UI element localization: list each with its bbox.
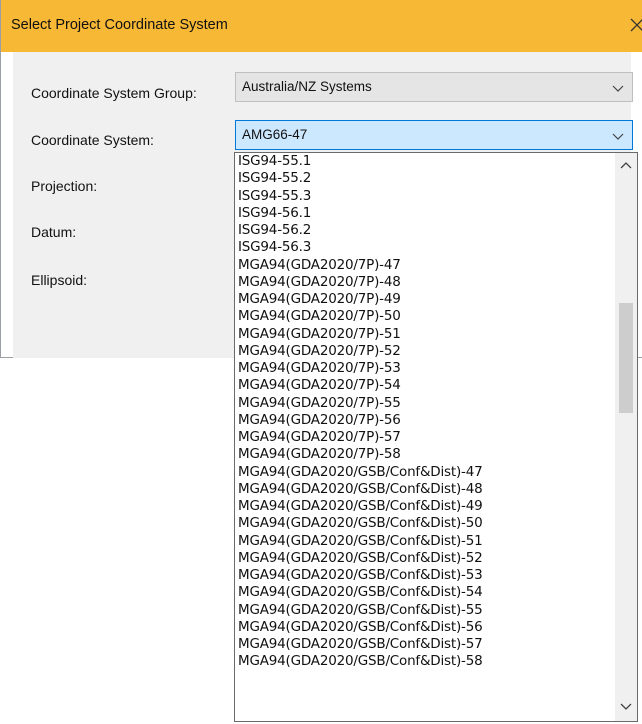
list-item[interactable]: ISG94-55.1 — [238, 153, 608, 170]
coordinate-system-dropdown-list[interactable]: ISG94-55.1 ISG94-55.2 ISG94-55.3 ISG94-56.1… — [234, 152, 638, 722]
list-item[interactable]: ISG94-55.3 — [238, 188, 608, 205]
coordinate-system-group-select[interactable]: Australia/NZ Systems — [235, 72, 633, 102]
list-item[interactable]: MGA94(GDA2020/7P)-54 — [238, 377, 608, 394]
list-item[interactable]: MGA94(GDA2020/7P)-57 — [238, 429, 608, 446]
list-item[interactable]: MGA94(GDA2020/7P)-50 — [238, 308, 608, 325]
coordinate-system-label: Coordinate System: — [31, 132, 154, 148]
list-item[interactable]: MGA94(GDA2020/GSB/Conf&Dist)-50 — [238, 515, 608, 532]
list-item[interactable]: ISG94-56.2 — [238, 222, 608, 239]
list-item[interactable]: MGA94(GDA2020/7P)-55 — [238, 395, 608, 412]
list-item[interactable]: MGA94(GDA2020/GSB/Conf&Dist)-49 — [238, 498, 608, 515]
projection-label: Projection: — [31, 178, 98, 194]
window-title: Select Project Coordinate System — [11, 17, 228, 33]
coordinate-system-group-value: Australia/NZ Systems — [242, 79, 372, 94]
title-bar[interactable]: Select Project Coordinate System — [1, 0, 642, 52]
list-item[interactable]: MGA94(GDA2020/7P)-47 — [238, 257, 608, 274]
coordinate-system-select[interactable]: AMG66-47 — [235, 120, 633, 150]
list-item[interactable]: MGA94(GDA2020/GSB/Conf&Dist)-52 — [238, 550, 608, 567]
list-item[interactable]: MGA94(GDA2020/GSB/Conf&Dist)-51 — [238, 533, 608, 550]
coordinate-system-value: AMG66-47 — [242, 127, 308, 142]
dropdown-items: ISG94-55.1 ISG94-55.2 ISG94-55.3 ISG94-56.1… — [238, 153, 608, 671]
list-item[interactable]: ISG94-55.2 — [238, 170, 608, 187]
list-item[interactable]: MGA94(GDA2020/GSB/Conf&Dist)-58 — [238, 653, 608, 670]
list-item[interactable]: MGA94(GDA2020/7P)-49 — [238, 291, 608, 308]
chevron-down-icon[interactable] — [612, 81, 624, 97]
chevron-up-icon[interactable] — [620, 159, 632, 175]
list-item[interactable]: MGA94(GDA2020/GSB/Conf&Dist)-53 — [238, 567, 608, 584]
list-item[interactable]: MGA94(GDA2020/7P)-56 — [238, 412, 608, 429]
list-item[interactable]: MGA94(GDA2020/7P)-53 — [238, 360, 608, 377]
close-icon[interactable] — [629, 13, 642, 37]
list-item[interactable]: MGA94(GDA2020/GSB/Conf&Dist)-54 — [238, 584, 608, 601]
list-item[interactable]: MGA94(GDA2020/GSB/Conf&Dist)-47 — [238, 464, 608, 481]
list-item[interactable]: MGA94(GDA2020/GSB/Conf&Dist)-57 — [238, 636, 608, 653]
list-item[interactable]: ISG94-56.1 — [238, 205, 608, 222]
list-item[interactable]: MGA94(GDA2020/7P)-52 — [238, 343, 608, 360]
list-item[interactable]: MGA94(GDA2020/7P)-51 — [238, 326, 608, 343]
coordinate-system-group-label: Coordinate System Group: — [31, 85, 197, 101]
list-item[interactable]: MGA94(GDA2020/7P)-58 — [238, 446, 608, 463]
scrollbar-thumb[interactable] — [619, 303, 633, 413]
ellipsoid-label: Ellipsoid: — [31, 272, 88, 288]
list-item[interactable]: MGA94(GDA2020/GSB/Conf&Dist)-56 — [238, 619, 608, 636]
list-item[interactable]: ISG94-56.3 — [238, 239, 608, 256]
chevron-down-icon[interactable] — [620, 699, 632, 715]
datum-label: Datum: — [31, 224, 77, 240]
list-item[interactable]: MGA94(GDA2020/7P)-48 — [238, 274, 608, 291]
chevron-down-icon[interactable] — [612, 129, 624, 145]
list-item[interactable]: MGA94(GDA2020/GSB/Conf&Dist)-55 — [238, 602, 608, 619]
list-item[interactable]: MGA94(GDA2020/GSB/Conf&Dist)-48 — [238, 481, 608, 498]
dropdown-scrollbar[interactable] — [615, 153, 637, 721]
